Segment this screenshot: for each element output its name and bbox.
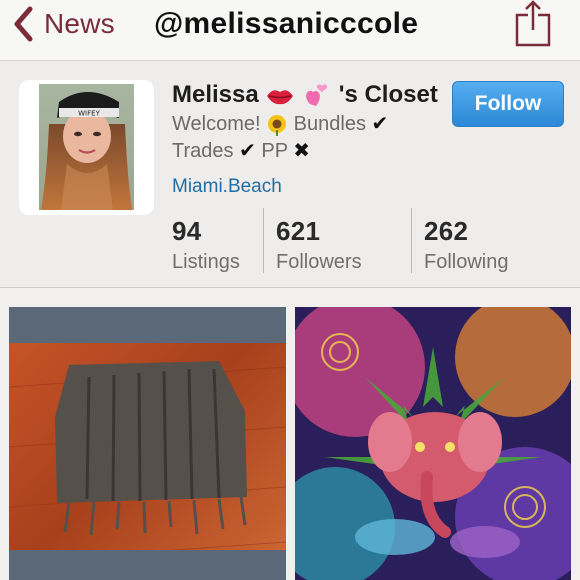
stat-label: Followers [276,251,362,273]
stat-following[interactable]: 262 Following [424,216,508,274]
stat-followers[interactable]: 621 Followers [276,216,362,274]
closet-name-suffix: 's Closet [338,81,438,108]
share-icon[interactable] [514,0,552,48]
sunflower-emoji [268,114,287,136]
stat-label: Following [424,251,509,273]
check-mark-icon: ✔ [371,113,389,135]
avatar[interactable]: WIFEY [19,80,154,215]
bio-welcome: Welcome! [172,113,261,135]
svg-text:WIFEY: WIFEY [78,110,100,118]
lips-emoji [267,89,294,104]
stat-value: 621 [276,216,321,246]
bio-trades: Trades [172,140,234,162]
listing-photo-crochet-top [9,307,286,580]
listing-photo-psychedelic-art [295,307,571,580]
listings-grid [0,288,580,580]
stat-divider [263,208,264,273]
listing-tile[interactable] [295,307,571,580]
navigation-bar: News @melissanicccole [0,0,580,61]
bio-line-2: Trades ✔ PP ✖ [172,138,432,165]
bio-bundles: Bundles [293,113,366,135]
back-button[interactable]: News [12,4,115,44]
profile-bio: Welcome! Bundles ✔ Trades ✔ PP ✖ [172,111,432,165]
stat-value: 262 [424,216,469,246]
stat-divider [411,208,412,273]
stat-listings[interactable]: 94 Listings [172,216,240,274]
x-mark-icon: ✖ [293,140,311,162]
follow-button[interactable]: Follow [452,81,564,127]
check-mark-icon: ✔ [239,140,256,162]
back-button-label: News [44,8,115,39]
stat-label: Listings [172,251,240,273]
closet-name: Melissa 's Closet [172,81,438,110]
listing-tile[interactable] [9,307,286,580]
chevron-left-icon [14,6,33,42]
sparkling-heart-emoji [306,83,328,106]
stat-value: 94 [172,216,202,246]
profile-header: WIFEY Melissa 's Closet Welcome! Bundles… [0,61,580,288]
location-link[interactable]: Miami.Beach [172,176,282,198]
profile-photo: WIFEY [39,84,134,210]
bio-line-1: Welcome! Bundles ✔ [172,111,432,138]
closet-name-prefix: Melissa [172,81,259,108]
bio-pp: PP [261,140,288,162]
page-title: @melissanicccole [154,7,419,40]
